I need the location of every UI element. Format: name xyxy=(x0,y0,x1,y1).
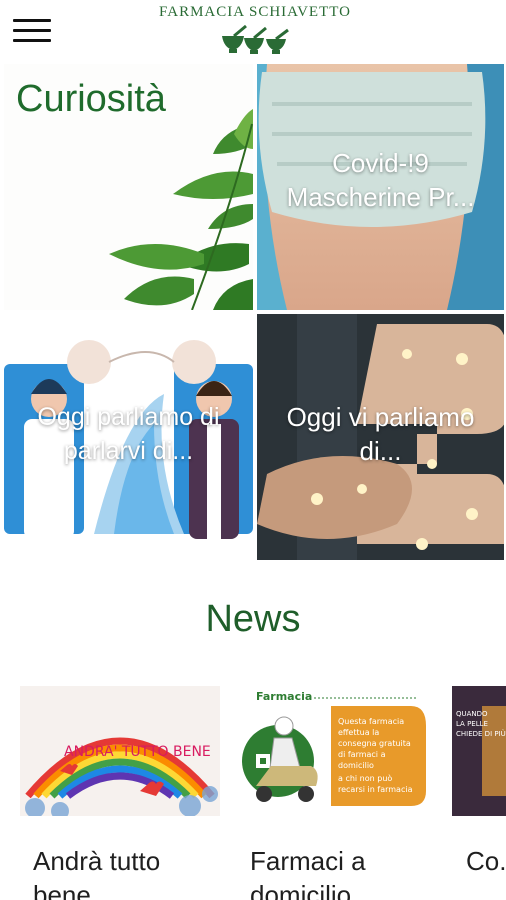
curiosita-caption-vi-parliamo: Oggi vi parliamo di... xyxy=(286,402,475,466)
news-section-title: News xyxy=(205,598,301,640)
svg-text:di farmaci a: di farmaci a xyxy=(338,750,386,759)
home-delivery-image: Farmacia Questa farmacia effettua la con… xyxy=(236,686,436,816)
mortar-pestle-icon xyxy=(222,24,289,54)
rainbow-drawing-image: ANDRA' TUTTO BENE xyxy=(20,686,220,816)
rainbow-icon: ANDRA' TUTTO BENE xyxy=(20,686,220,816)
svg-text:effettua la: effettua la xyxy=(338,728,379,737)
curiosita-grid: Curiosità Covid-!9 Mascherine Pr... Oggi… xyxy=(4,64,504,564)
svg-text:Farmacia: Farmacia xyxy=(256,690,312,703)
curiosita-tile-parliamo[interactable]: Oggi parliamo di parlarvi di... xyxy=(4,314,253,560)
brand-logo[interactable]: FARMACIA SCHIAVETTO xyxy=(140,4,370,58)
curiosita-tile-mascherine[interactable]: Covid-!9 Mascherine Pr... xyxy=(257,64,504,310)
svg-text:ANDRA' TUTTO BENE: ANDRA' TUTTO BENE xyxy=(64,744,211,760)
curiosita-caption-mascherine: Covid-!9 Mascherine Pr... xyxy=(286,148,475,212)
svg-text:a chi non può: a chi non può xyxy=(338,773,392,783)
curiosita-title: Curiosità xyxy=(16,78,166,120)
curiosita-title-tile: Curiosità xyxy=(4,64,253,310)
news-card-skincare[interactable]: QUANDO LA PELLE CHIEDE DI PIÙ Co... un..… xyxy=(452,686,506,878)
news-card-farmaci-a-domicilio[interactable]: Farmacia Questa farmacia effettua la con… xyxy=(236,686,436,900)
curiosita-caption-parliamo: Oggi parliamo di parlarvi di... xyxy=(37,403,220,465)
app-header: FARMACIA SCHIAVETTO xyxy=(0,0,506,62)
curiosita-tile-vi-parliamo[interactable]: Oggi vi parliamo di... xyxy=(257,314,504,560)
news-card-label: Farmaci a domicilio xyxy=(250,846,366,900)
svg-text:Questa farmacia: Questa farmacia xyxy=(338,717,404,726)
brand-name: FARMACIA SCHIAVETTO xyxy=(159,4,351,20)
svg-text:LA PELLE: LA PELLE xyxy=(456,720,488,728)
skincare-image: QUANDO LA PELLE CHIEDE DI PIÙ xyxy=(452,686,506,816)
svg-text:consegna gratuita: consegna gratuita xyxy=(338,739,411,748)
news-card-label: Andrà tutto bene xyxy=(33,846,161,900)
svg-text:QUANDO: QUANDO xyxy=(456,710,488,718)
svg-text:recarsi in farmacia: recarsi in farmacia xyxy=(338,785,413,794)
svg-text:CHIEDE DI PIÙ: CHIEDE DI PIÙ xyxy=(456,729,506,738)
news-card-label: Co... un... xyxy=(466,846,506,876)
news-carousel[interactable]: ANDRA' TUTTO BENE Andrà tutto bene Farma… xyxy=(0,686,506,900)
hamburger-menu-icon[interactable] xyxy=(13,17,53,45)
news-card-andra-tutto-bene[interactable]: ANDRA' TUTTO BENE Andrà tutto bene xyxy=(20,686,220,900)
svg-text:domicilio: domicilio xyxy=(338,761,374,770)
